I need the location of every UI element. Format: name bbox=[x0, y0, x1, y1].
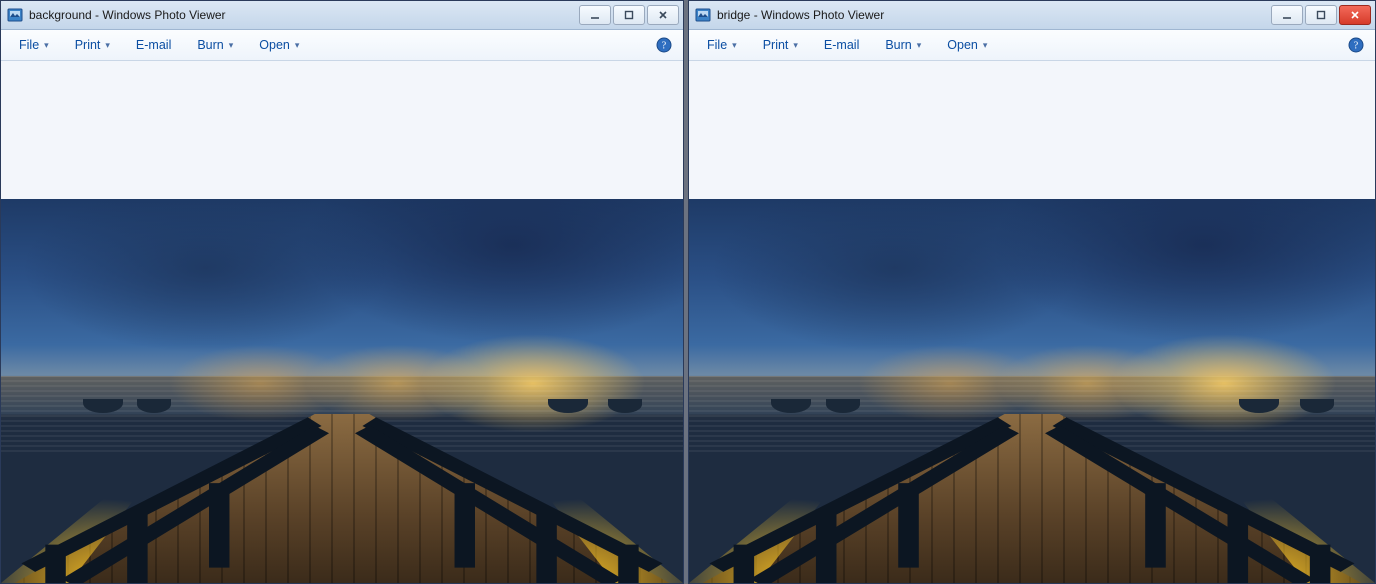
app-icon bbox=[7, 7, 23, 23]
menu-burn-label: Burn bbox=[885, 38, 911, 52]
close-button[interactable] bbox=[647, 5, 679, 25]
chevron-down-icon: ▾ bbox=[917, 40, 922, 51]
titlebar[interactable]: bridge - Windows Photo Viewer bbox=[689, 1, 1375, 30]
menu-burn[interactable]: Burn ▾ bbox=[877, 35, 929, 55]
boat-shape bbox=[608, 399, 642, 413]
chevron-down-icon: ▾ bbox=[229, 40, 234, 51]
menu-file[interactable]: File ▾ bbox=[11, 35, 57, 55]
menu-file-label: File bbox=[19, 38, 39, 52]
pier-shape bbox=[689, 414, 1375, 583]
maximize-button[interactable] bbox=[613, 5, 645, 25]
photo-viewer-window-right: bridge - Windows Photo Viewer bbox=[688, 0, 1376, 584]
boat-shape bbox=[137, 399, 171, 413]
window-title: bridge - Windows Photo Viewer bbox=[717, 8, 884, 22]
menu-burn[interactable]: Burn ▾ bbox=[189, 35, 241, 55]
chevron-down-icon: ▾ bbox=[44, 40, 49, 51]
menu-print[interactable]: Print ▾ bbox=[67, 35, 118, 55]
menu-open[interactable]: Open ▾ bbox=[251, 35, 307, 55]
boat-shape bbox=[1239, 399, 1279, 413]
command-bar: File ▾ Print ▾ E-mail Burn ▾ Open ▾ bbox=[689, 30, 1375, 61]
menu-open[interactable]: Open ▾ bbox=[939, 35, 995, 55]
command-bar: File ▾ Print ▾ E-mail Burn ▾ Open ▾ bbox=[1, 30, 683, 61]
boat-shape bbox=[548, 399, 588, 413]
window-title: background - Windows Photo Viewer bbox=[29, 8, 226, 22]
window-controls bbox=[1271, 5, 1371, 25]
close-button[interactable] bbox=[1339, 5, 1371, 25]
menu-email[interactable]: E-mail bbox=[128, 35, 179, 55]
menu-open-label: Open bbox=[259, 38, 290, 52]
svg-text:?: ? bbox=[1354, 41, 1359, 52]
menu-burn-label: Burn bbox=[197, 38, 223, 52]
displayed-image bbox=[689, 199, 1375, 583]
chevron-down-icon: ▾ bbox=[732, 40, 737, 51]
menu-print[interactable]: Print ▾ bbox=[755, 35, 806, 55]
help-button[interactable]: ? bbox=[1347, 36, 1365, 54]
boat-shape bbox=[1300, 399, 1334, 413]
image-viewport[interactable] bbox=[689, 61, 1375, 583]
chevron-down-icon: ▾ bbox=[793, 40, 798, 51]
window-controls bbox=[579, 5, 679, 25]
boat-shape bbox=[771, 399, 811, 413]
app-icon bbox=[695, 7, 711, 23]
menu-open-label: Open bbox=[947, 38, 978, 52]
menu-print-label: Print bbox=[763, 38, 789, 52]
chevron-down-icon: ▾ bbox=[295, 40, 300, 51]
help-button[interactable]: ? bbox=[655, 36, 673, 54]
chevron-down-icon: ▾ bbox=[983, 40, 988, 51]
menu-file[interactable]: File ▾ bbox=[699, 35, 745, 55]
menu-file-label: File bbox=[707, 38, 727, 52]
boat-shape bbox=[826, 399, 860, 413]
minimize-button[interactable] bbox=[579, 5, 611, 25]
minimize-button[interactable] bbox=[1271, 5, 1303, 25]
maximize-button[interactable] bbox=[1305, 5, 1337, 25]
titlebar[interactable]: background - Windows Photo Viewer bbox=[1, 1, 683, 30]
chevron-down-icon: ▾ bbox=[105, 40, 110, 51]
menu-print-label: Print bbox=[75, 38, 101, 52]
pier-shape bbox=[1, 414, 683, 583]
image-viewport[interactable] bbox=[1, 61, 683, 583]
displayed-image bbox=[1, 199, 683, 583]
svg-text:?: ? bbox=[662, 41, 667, 52]
menu-email-label: E-mail bbox=[824, 38, 859, 52]
boat-shape bbox=[83, 399, 123, 413]
photo-viewer-window-left: background - Windows Photo Viewer bbox=[0, 0, 684, 584]
menu-email-label: E-mail bbox=[136, 38, 171, 52]
menu-email[interactable]: E-mail bbox=[816, 35, 867, 55]
